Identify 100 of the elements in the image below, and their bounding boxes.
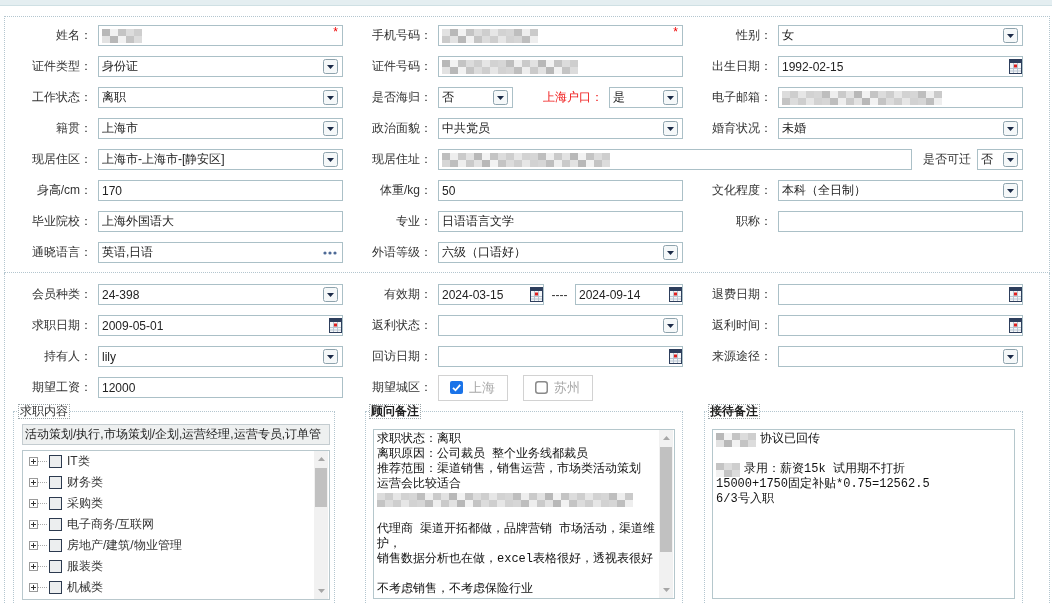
text-field[interactable]: 上海外国语大 (98, 211, 343, 232)
select-field[interactable]: 女 (778, 25, 1023, 46)
field-label: 回访日期： (371, 348, 432, 365)
tree-item-label[interactable]: 财务类 (67, 474, 103, 491)
field-label: 通晓语言： (31, 244, 92, 261)
select-field[interactable]: 中共党员 (438, 118, 683, 139)
scrollbar-thumb[interactable] (660, 447, 672, 552)
text-field[interactable]: * (98, 25, 343, 46)
calendar-icon[interactable] (669, 287, 682, 302)
date-field[interactable] (438, 346, 683, 367)
note-line: 运营会比较适合 (377, 477, 461, 492)
expand-icon[interactable] (29, 541, 47, 550)
field-label: 体重/kg： (379, 182, 432, 199)
expand-icon[interactable] (29, 478, 47, 487)
select-field[interactable] (438, 315, 683, 336)
text-field[interactable]: * (438, 25, 683, 46)
scrollbar-track[interactable] (314, 451, 328, 599)
note-line: 离职原因：公司裁员 整个业务线都裁员 (377, 447, 589, 462)
text-field[interactable]: 170 (98, 180, 343, 201)
calendar-icon[interactable] (1009, 287, 1022, 302)
calendar-icon[interactable] (530, 287, 543, 302)
checkbox[interactable] (49, 518, 62, 531)
tree-item-label[interactable]: 房地产/建筑/物业管理 (67, 537, 182, 554)
field-label: 籍贯： (55, 120, 92, 137)
select-field[interactable]: 上海市 (98, 118, 343, 139)
select-field[interactable]: 未婚 (778, 118, 1023, 139)
tree-item-label[interactable]: 电子商务/互联网 (67, 516, 155, 533)
expand-icon[interactable] (29, 562, 47, 571)
tree-item-label[interactable]: 采购类 (67, 495, 103, 512)
field-label: 现居住址： (371, 151, 432, 168)
range-separator: ---- (551, 287, 568, 302)
text-field[interactable] (778, 87, 1023, 108)
expand-icon[interactable] (29, 499, 47, 508)
select-field[interactable]: 24-398 (98, 284, 343, 305)
notes-field[interactable]: 协议已回传 录用：薪资15k 试用期不打折 15000+1750固定补贴*0.75=12562.5 6/3号入职 (712, 429, 1015, 599)
tree-item-label[interactable]: 机械类 (67, 579, 103, 596)
note-line: 录用：薪资15k 试用期不打折 (744, 462, 905, 477)
field-label: 会员种类： (31, 286, 92, 303)
checkbox[interactable] (450, 381, 463, 394)
field-label: 持有人： (43, 348, 92, 365)
select-field[interactable]: 身份证 (98, 56, 343, 77)
select-field[interactable]: 六级（口语好） (438, 242, 683, 263)
field-label: 婚育状况： (711, 120, 772, 137)
required-mark: * (673, 27, 678, 38)
text-field[interactable]: 日语语言文学 (438, 211, 683, 232)
scrollbar-track[interactable] (659, 430, 673, 598)
checkbox[interactable] (49, 560, 62, 573)
checkbox[interactable] (49, 476, 62, 489)
select-field[interactable]: 本科（全日制） (778, 180, 1023, 201)
field-label: 姓名： (55, 27, 92, 44)
text-field[interactable] (778, 211, 1023, 232)
select-field[interactable]: 离职 (98, 87, 343, 108)
date-field[interactable] (778, 284, 1023, 305)
date-field[interactable]: 2024-03-15 (438, 284, 544, 305)
field-label: 求职日期： (31, 317, 92, 334)
date-field[interactable]: 1992-02-15 (778, 56, 1023, 77)
date-field[interactable]: 2009-05-01 (98, 315, 343, 336)
checkbox[interactable] (49, 455, 62, 468)
calendar-icon[interactable] (1009, 318, 1022, 333)
select-field[interactable] (778, 346, 1023, 367)
select-field[interactable]: 否 (977, 149, 1023, 170)
text-field[interactable]: 50 (438, 180, 683, 201)
expand-icon[interactable] (29, 457, 47, 466)
select-field[interactable]: 上海市-上海市-[静安区] (98, 149, 343, 170)
calendar-icon[interactable] (669, 349, 682, 364)
select-field[interactable]: 否 (438, 87, 513, 108)
tree-item-label[interactable]: 服装类 (67, 558, 103, 575)
text-field[interactable] (438, 149, 912, 170)
field-label: 来源途径： (711, 348, 772, 365)
notes-field[interactable]: 求职状态：离职 离职原因：公司裁员 整个业务线都裁员 推荐范围：渠道销售，销售运营，市场类活动策划 运营会比较适合 代理商 渠道开拓都做，品牌营销 市场活动，渠道维 护， 销售数据分析也在做，excel表格很好，透视表很好 不考虑销售，不考虑保险行业 (373, 429, 675, 599)
field-label: 文化程度： (711, 182, 772, 199)
field-label: 职称： (735, 213, 772, 230)
more-icon[interactable] (323, 250, 337, 255)
select-field[interactable]: lily (98, 346, 343, 367)
checkbox[interactable] (49, 539, 62, 552)
scrollbar-thumb[interactable] (315, 468, 327, 507)
expand-icon[interactable] (29, 520, 47, 529)
field-label: 退费日期： (711, 286, 772, 303)
calendar-icon[interactable] (329, 318, 342, 333)
field-label: 期望城区： (371, 379, 432, 396)
checkbox[interactable] (535, 381, 548, 394)
field-label: 工作状态： (31, 89, 92, 106)
checkbox[interactable] (49, 581, 62, 594)
checkbox[interactable] (49, 497, 62, 510)
select-field[interactable]: 是 (609, 87, 683, 108)
lookup-field[interactable]: 英语,日语 (98, 242, 343, 263)
blurred-text-drawing (716, 432, 756, 447)
field-label: 现居住区： (31, 151, 92, 168)
date-field[interactable]: 2024-09-14 (575, 284, 683, 305)
calendar-icon[interactable] (1009, 59, 1022, 74)
note-line: 15000+1750固定补贴*0.75=12562.5 (716, 477, 930, 492)
tree-item-label[interactable]: IT类 (67, 453, 90, 470)
expand-icon[interactable] (29, 583, 47, 592)
text-field[interactable] (438, 56, 683, 77)
summary-field[interactable]: 活动策划/执行,市场策划/企划,运营经理,运营专员,订单管 (22, 424, 330, 445)
field-label: 性别： (735, 27, 772, 44)
text-field[interactable]: 12000 (98, 377, 343, 398)
group-title: 顾问备注 (369, 404, 421, 419)
date-field[interactable] (778, 315, 1023, 336)
field-label: 专业： (395, 213, 432, 230)
